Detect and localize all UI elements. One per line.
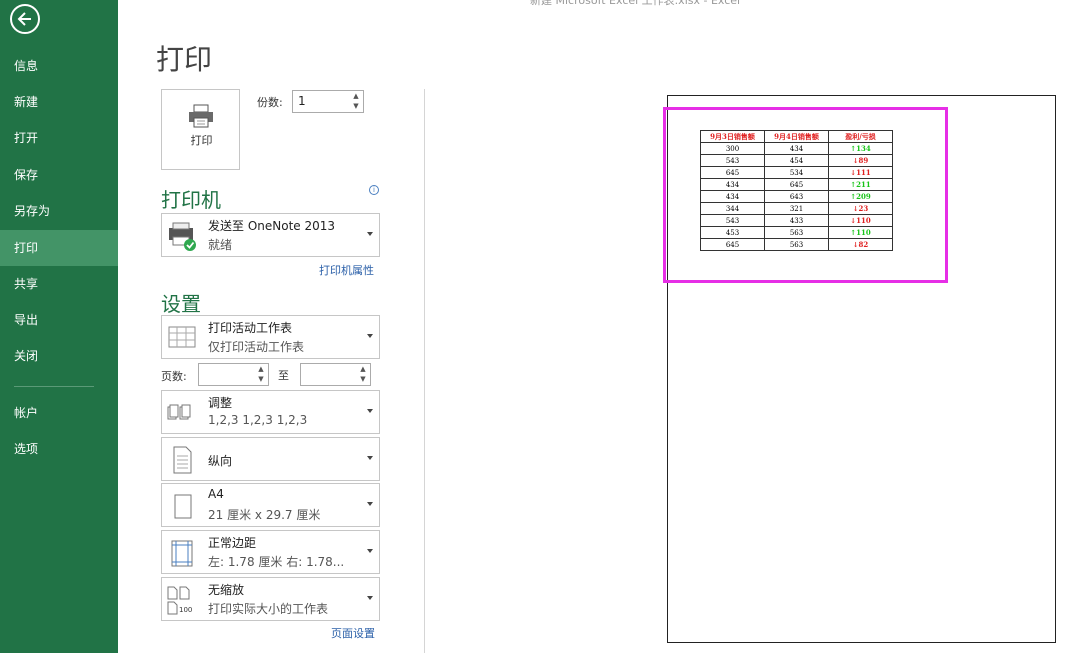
paper-size-select[interactable]: A4 21 厘米 x 29.7 厘米 <box>161 483 380 527</box>
chevron-down-icon <box>367 409 373 413</box>
collated-pages-icon <box>167 404 191 420</box>
nav-bottom-item-1[interactable]: 选项 <box>0 431 118 467</box>
spin-up-icon[interactable]: ▲ <box>358 365 368 374</box>
nav-bottom-item-0[interactable]: 帐户 <box>0 395 118 431</box>
backstage-nav: 信息 新建 打开 保存 另存为 打印 共享 导出 关闭 帐户 选项 <box>0 0 118 653</box>
scaling-select[interactable]: 100 无缩放 打印实际大小的工作表 <box>161 577 380 621</box>
nav-item-4[interactable]: 另存为 <box>0 193 118 229</box>
spin-up-icon[interactable]: ▲ <box>351 92 361 101</box>
nav-item-1[interactable]: 新建 <box>0 84 118 120</box>
copies-input[interactable]: 1 ▲ ▼ <box>292 90 364 113</box>
spin-up-icon[interactable]: ▲ <box>256 365 266 374</box>
print-what-select[interactable]: 打印活动工作表 仅打印活动工作表 <box>161 315 380 359</box>
spin-down-icon[interactable]: ▼ <box>256 375 266 384</box>
chevron-down-icon <box>367 549 373 553</box>
scaling-icon-text: 100 <box>179 606 192 614</box>
collation-select[interactable]: 调整 1,2,3 1,2,3 1,2,3 <box>161 390 380 434</box>
portrait-page-icon <box>173 446 192 474</box>
excel-backstage-print: 新建 Microsoft Excel 工作表.xlsx - Excel 信息 新建… <box>0 0 1080 653</box>
nav-item-6[interactable]: 共享 <box>0 266 118 302</box>
spin-down-icon[interactable]: ▼ <box>351 102 361 111</box>
nav-separator <box>14 386 94 387</box>
scaling-icon: 100 <box>167 586 192 615</box>
chevron-down-icon <box>367 334 373 338</box>
back-button[interactable] <box>10 4 40 34</box>
orientation-select[interactable]: 纵向 <box>161 437 380 481</box>
copies-label: 份数: <box>257 96 283 109</box>
pages-to-input[interactable]: ▲ ▼ <box>300 363 371 386</box>
pages-to-label: 至 <box>278 369 289 382</box>
nav-item-8[interactable]: 关闭 <box>0 338 118 374</box>
collation-secondary: 1,2,3 1,2,3 1,2,3 <box>208 413 308 427</box>
settings-section-title: 设置 <box>161 292 201 316</box>
print-what-primary: 打印活动工作表 <box>208 321 293 335</box>
scaling-primary: 无缩放 <box>208 583 245 597</box>
chevron-down-icon <box>367 456 373 460</box>
margins-icon <box>171 540 193 567</box>
printer-icon <box>189 104 213 128</box>
paper-secondary: 21 厘米 x 29.7 厘米 <box>208 508 321 522</box>
nav-item-3[interactable]: 保存 <box>0 157 118 193</box>
orientation-primary: 纵向 <box>208 454 233 468</box>
chevron-down-icon <box>367 232 373 236</box>
paper-size-icon <box>174 494 192 519</box>
printer-section-title: 打印机 <box>161 188 221 212</box>
panel-divider <box>424 89 425 653</box>
print-what-secondary: 仅打印活动工作表 <box>208 340 305 354</box>
pages-from-input[interactable]: ▲ ▼ <box>198 363 269 386</box>
printer-status: 就绪 <box>208 238 233 252</box>
nav-item-2[interactable]: 打开 <box>0 120 118 156</box>
page-setup-link[interactable]: 页面设置 <box>331 625 375 641</box>
spin-down-icon[interactable]: ▼ <box>358 375 368 384</box>
page-title: 打印 <box>156 43 213 76</box>
worksheet-icon <box>168 326 196 348</box>
printer-properties-link[interactable]: 打印机属性 <box>319 262 374 278</box>
back-arrow-icon <box>17 12 31 26</box>
print-button[interactable]: 打印 <box>161 89 240 170</box>
margins-secondary: 左: 1.78 厘米 右: 1.78... <box>208 555 345 569</box>
margins-select[interactable]: 正常边距 左: 1.78 厘米 右: 1.78... <box>161 530 380 574</box>
chevron-down-icon <box>367 596 373 600</box>
info-icon[interactable]: i <box>369 185 379 195</box>
paper-primary: A4 <box>208 487 224 501</box>
chevron-down-icon <box>367 502 373 506</box>
nav-item-7[interactable]: 导出 <box>0 302 118 338</box>
printer-select[interactable]: 发送至 OneNote 2013 就绪 <box>161 213 380 257</box>
margins-primary: 正常边距 <box>208 536 257 550</box>
window-title: 新建 Microsoft Excel 工作表.xlsx - Excel <box>530 0 741 7</box>
print-button-label: 打印 <box>190 134 213 147</box>
nav-item-5[interactable]: 打印 <box>0 230 118 266</box>
copies-value: 1 <box>298 94 306 108</box>
nav-item-0[interactable]: 信息 <box>0 48 118 84</box>
pages-label: 页数: <box>161 370 187 383</box>
onenote-printer-icon <box>169 222 196 251</box>
scaling-secondary: 打印实际大小的工作表 <box>208 602 329 616</box>
collation-primary: 调整 <box>208 396 233 410</box>
highlight-box <box>663 107 948 283</box>
printer-name: 发送至 OneNote 2013 <box>208 219 336 233</box>
